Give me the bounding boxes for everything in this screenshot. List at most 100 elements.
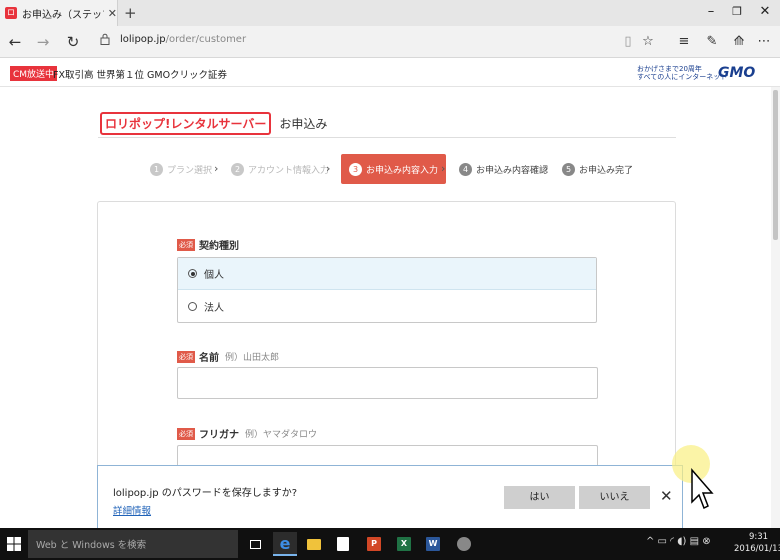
- back-icon[interactable]: ←: [4, 31, 26, 53]
- step-number: 4: [459, 162, 472, 176]
- more-icon[interactable]: ⋯: [753, 31, 775, 53]
- lolipop-favicon-icon: ロ: [5, 7, 17, 19]
- browser-tab[interactable]: ロ お申込み（ステップ3）/ ✕: [0, 0, 118, 26]
- radio-option-individual[interactable]: 個人: [178, 258, 596, 290]
- clock-time: 9:31: [748, 532, 769, 542]
- radio-label: 個人: [204, 270, 224, 281]
- taskbar-search-input[interactable]: Web と Windows を検索: [28, 530, 238, 558]
- contract-type-label: 必須 契約種別: [177, 237, 239, 252]
- field-label-text: フリガナ: [199, 430, 239, 441]
- step-4: 4 お申込み内容確認: [459, 154, 548, 184]
- step-number: 2: [231, 162, 244, 176]
- url-host: lolipop.jp: [120, 33, 166, 45]
- step-label: お申込み完了: [579, 165, 634, 176]
- save-password-prompt: lolipop.jp のパスワードを保存しますか? 詳細情報 はい いいえ ✕: [97, 465, 683, 528]
- chevron-right-icon: ›: [441, 162, 446, 175]
- step-label: アカウント情報入力: [248, 165, 330, 176]
- file-explorer-icon[interactable]: [302, 532, 326, 556]
- kana-label: 必須 フリガナ 例）ヤマダタロウ: [177, 426, 317, 441]
- step-number: 5: [562, 162, 575, 176]
- save-password-question: lolipop.jp のパスワードを保存しますか?: [113, 488, 298, 499]
- page-title: お申込み: [279, 117, 328, 131]
- task-view-glyph: [249, 539, 261, 549]
- chevron-right-icon: ›: [214, 162, 219, 175]
- step-number: 1: [150, 162, 163, 176]
- cm-badge[interactable]: CM放送中: [10, 66, 58, 81]
- system-tray-icons[interactable]: ^ ▭ ◜ ◖) ▤ ⊗: [646, 536, 711, 547]
- step-number: 3: [349, 162, 362, 176]
- excel-glyph: X: [397, 537, 411, 551]
- scrollbar-thumb[interactable]: [773, 90, 778, 240]
- step-2: 2 アカウント情報入力: [231, 154, 329, 184]
- clock-date: 2016/01/13: [734, 544, 780, 554]
- forward-icon[interactable]: →: [32, 31, 54, 53]
- taskbar-clock[interactable]: 9:31 2016/01/13: [734, 531, 780, 555]
- address-bar: ← → ↻ lolipop.jp/order/customer ▯ ☆ ≡ ✎ …: [0, 26, 780, 58]
- task-view-icon[interactable]: [243, 532, 267, 556]
- store-glyph: [337, 537, 349, 551]
- step-label: お申込み内容入力: [366, 165, 439, 176]
- close-tab-icon[interactable]: ✕: [108, 7, 117, 20]
- new-tab-icon[interactable]: +: [124, 4, 137, 22]
- ad-link[interactable]: FX取引高 世界第１位 GMOクリック証券: [53, 67, 227, 81]
- step-label: お申込み内容確認: [476, 165, 549, 176]
- gmo-logo[interactable]: GMO: [718, 65, 755, 81]
- field-label-text: 名前: [199, 353, 219, 364]
- ad-bar: CM放送中 FX取引高 世界第１位 GMOクリック証券 おかげさまで20周年 す…: [0, 59, 780, 87]
- field-example: 例）ヤマダタロウ: [245, 430, 318, 440]
- radio-button[interactable]: [188, 301, 197, 311]
- chevron-right-icon: ›: [326, 162, 331, 175]
- url-field[interactable]: lolipop.jp/order/customer: [100, 33, 246, 45]
- web-note-icon[interactable]: ✎: [701, 31, 723, 53]
- radio-label: 法人: [204, 302, 224, 314]
- url-path: /order/customer: [165, 33, 247, 45]
- header-divider: [98, 137, 676, 138]
- paint-icon[interactable]: [452, 532, 476, 556]
- windows-start-icon[interactable]: [7, 537, 21, 551]
- refresh-icon[interactable]: ↻: [62, 31, 84, 53]
- name-input[interactable]: [177, 367, 598, 399]
- mouse-pointer-icon: [691, 468, 714, 510]
- page-header: ロリポップ!レンタルサーバー お申込み: [100, 112, 327, 135]
- details-link[interactable]: 詳細情報: [113, 503, 151, 517]
- gmo-tagline-1: おかげさまで20周年: [637, 65, 702, 73]
- hub-icon[interactable]: ≡: [673, 31, 695, 53]
- radio-option-corporation[interactable]: 法人: [178, 290, 596, 322]
- required-badge: 必須: [177, 350, 195, 363]
- name-label: 必須 名前 例）山田太郎: [177, 349, 279, 364]
- powerpoint-icon[interactable]: P: [362, 532, 386, 556]
- folder-glyph: [307, 538, 321, 550]
- gmo-tagline-2: すべての人にインターネット: [637, 73, 728, 81]
- edge-icon[interactable]: e: [273, 532, 297, 556]
- yes-button[interactable]: はい: [504, 486, 575, 509]
- excel-icon[interactable]: X: [392, 532, 416, 556]
- tab-title: お申込み（ステップ3）/: [21, 9, 104, 21]
- gmo-tagline: おかげさまで20周年 すべての人にインターネット: [637, 65, 727, 81]
- word-glyph: W: [426, 537, 440, 551]
- step-1: 1 プラン選択: [150, 154, 212, 184]
- share-icon[interactable]: ⟰: [728, 31, 750, 53]
- required-badge: 必須: [177, 238, 195, 251]
- close-window-icon[interactable]: ✕: [744, 0, 780, 26]
- step-3: 3 お申込み内容入力: [341, 154, 447, 184]
- no-button[interactable]: いいえ: [579, 486, 650, 509]
- field-example: 例）山田太郎: [225, 353, 280, 363]
- lock-icon: [100, 33, 110, 45]
- favorite-star-icon[interactable]: ☆: [637, 31, 659, 53]
- browser-tab-bar: ロ お申込み（ステップ3）/ ✕ + – ❐ ✕: [0, 0, 780, 26]
- paint-glyph: [457, 537, 471, 551]
- edge-glyph: e: [279, 533, 291, 553]
- chevron-right-icon: ›: [544, 162, 549, 175]
- powerpoint-glyph: P: [367, 537, 381, 551]
- step-5: 5 お申込み完了: [562, 154, 633, 184]
- radio-button[interactable]: [188, 269, 197, 278]
- step-label: プラン選択: [167, 165, 213, 176]
- lolipop-logo[interactable]: ロリポップ!レンタルサーバー: [100, 112, 272, 135]
- field-label-text: 契約種別: [199, 241, 239, 252]
- word-icon[interactable]: W: [421, 532, 445, 556]
- taskbar: Web と Windows を検索 e P X W ^ ▭ ◜ ◖) ▤ ⊗ 9…: [0, 528, 780, 560]
- store-icon[interactable]: [331, 532, 355, 556]
- reading-view-icon[interactable]: ▯: [617, 31, 639, 53]
- contract-type-radio-group: 個人 法人: [177, 257, 597, 323]
- close-icon[interactable]: ✕: [660, 487, 673, 505]
